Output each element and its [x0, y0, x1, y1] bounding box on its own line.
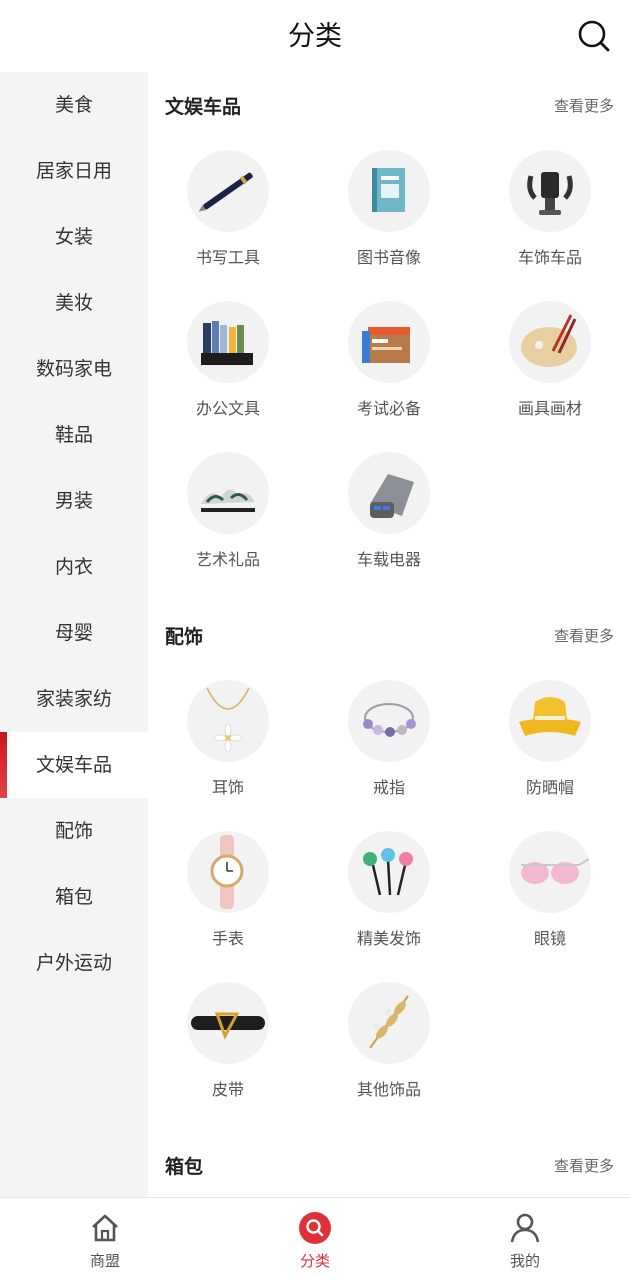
category-cell[interactable]: 其他饰品	[319, 982, 459, 1112]
category-label: 办公文具	[195, 399, 260, 418]
category-label: 手表	[211, 929, 244, 948]
palette-icon	[509, 301, 591, 383]
sidebar-item-underwear[interactable]: 内衣	[0, 534, 148, 600]
bucket-hat-icon	[509, 680, 591, 762]
category-label: 画具画材	[517, 399, 582, 418]
phone-holder-icon	[509, 150, 591, 232]
exam-books-icon	[348, 301, 430, 383]
category-content: 文娱车品 查看更多 书写工具 图书音像 车饰车品 办公文具 考试必备 画具画材 …	[148, 72, 630, 1197]
user-icon	[508, 1211, 542, 1245]
sidebar-item-digital[interactable]: 数码家电	[0, 336, 148, 402]
category-label: 车载电器	[356, 550, 421, 569]
sidebar-item-stationery-car[interactable]: 文娱车品	[0, 732, 148, 798]
category-label: 图书音像	[356, 248, 421, 267]
category-cell[interactable]: 手表	[158, 831, 298, 961]
belt-icon	[187, 982, 269, 1064]
book-icon	[348, 150, 430, 232]
category-label: 戒指	[372, 778, 405, 797]
sidebar-item-outdoor[interactable]: 户外运动	[0, 930, 148, 996]
category-cell[interactable]: 戒指	[319, 680, 459, 810]
tab-label: 商盟	[89, 1252, 120, 1270]
home-icon	[88, 1211, 122, 1245]
sidebar-item-accessories[interactable]: 配饰	[0, 798, 148, 864]
watch-icon	[187, 831, 269, 913]
category-label: 艺术礼品	[195, 550, 260, 569]
category-label: 耳饰	[211, 778, 244, 797]
category-label: 车饰车品	[517, 248, 582, 267]
sunglasses-icon	[509, 831, 591, 913]
category-label: 其他饰品	[356, 1080, 421, 1099]
section-header: 箱包 查看更多	[148, 1144, 630, 1184]
sidebar-item-womens-wear[interactable]: 女装	[0, 204, 148, 270]
tab-profile[interactable]: 我的	[420, 1198, 630, 1281]
category-cell[interactable]: 车载电器	[319, 452, 459, 582]
view-more-link[interactable]: 查看更多	[554, 625, 614, 646]
category-cell[interactable]: 车饰车品	[480, 150, 620, 280]
section-title: 文娱车品	[165, 96, 242, 118]
category-label: 防晒帽	[525, 778, 574, 797]
tab-label: 我的	[509, 1252, 540, 1270]
category-cell[interactable]: 精美发饰	[319, 831, 459, 961]
necklace-icon	[187, 680, 269, 762]
sidebar-item-food[interactable]: 美食	[0, 72, 148, 138]
art-gift-icon	[187, 452, 269, 534]
category-label: 眼镜	[533, 929, 566, 948]
section-title: 箱包	[165, 1156, 204, 1178]
bracelet-icon	[348, 680, 430, 762]
sidebar-item-baby[interactable]: 母婴	[0, 600, 148, 666]
category-cell[interactable]: 考试必备	[319, 301, 459, 431]
sidebar-item-bags[interactable]: 箱包	[0, 864, 148, 930]
file-organizer-icon	[187, 301, 269, 383]
category-cell[interactable]: 画具画材	[480, 301, 620, 431]
category-search-icon	[298, 1211, 332, 1245]
car-charger-icon	[348, 452, 430, 534]
sidebar-item-home-textile[interactable]: 家装家纺	[0, 666, 148, 732]
category-cell[interactable]: 办公文具	[158, 301, 298, 431]
category-label: 皮带	[211, 1080, 244, 1099]
tab-category[interactable]: 分类	[210, 1198, 420, 1281]
brooch-icon	[348, 982, 430, 1064]
category-cell[interactable]: 防晒帽	[480, 680, 620, 810]
section-header: 配饰 查看更多	[148, 614, 630, 654]
category-label: 书写工具	[195, 248, 260, 267]
tab-label: 分类	[299, 1252, 330, 1270]
category-label: 精美发饰	[356, 929, 421, 948]
sidebar-item-mens-wear[interactable]: 男装	[0, 468, 148, 534]
category-cell[interactable]: 皮带	[158, 982, 298, 1112]
category-cell[interactable]: 耳饰	[158, 680, 298, 810]
category-cell[interactable]: 艺术礼品	[158, 452, 298, 582]
sidebar-item-shoes[interactable]: 鞋品	[0, 402, 148, 468]
section-title: 配饰	[165, 626, 204, 648]
category-cell[interactable]: 眼镜	[480, 831, 620, 961]
view-more-link[interactable]: 查看更多	[554, 95, 614, 116]
search-icon[interactable]	[576, 18, 612, 54]
app-header: 分类	[0, 0, 630, 72]
category-cell[interactable]: 图书音像	[319, 150, 459, 280]
hairpin-icon	[348, 831, 430, 913]
page-title: 分类	[288, 21, 342, 52]
category-sidebar: 美食 居家日用 女装 美妆 数码家电 鞋品 男装 内衣 母婴 家装家纺 文娱车品…	[0, 72, 148, 1197]
tab-home[interactable]: 商盟	[0, 1198, 210, 1281]
bottom-nav: 商盟 分类 我的	[0, 1197, 630, 1281]
category-label: 考试必备	[356, 399, 421, 418]
view-more-link[interactable]: 查看更多	[554, 1155, 614, 1176]
pen-icon	[187, 150, 269, 232]
sidebar-item-beauty[interactable]: 美妆	[0, 270, 148, 336]
sidebar-item-household[interactable]: 居家日用	[0, 138, 148, 204]
section-header: 文娱车品 查看更多	[148, 84, 630, 124]
category-cell[interactable]: 书写工具	[158, 150, 298, 280]
